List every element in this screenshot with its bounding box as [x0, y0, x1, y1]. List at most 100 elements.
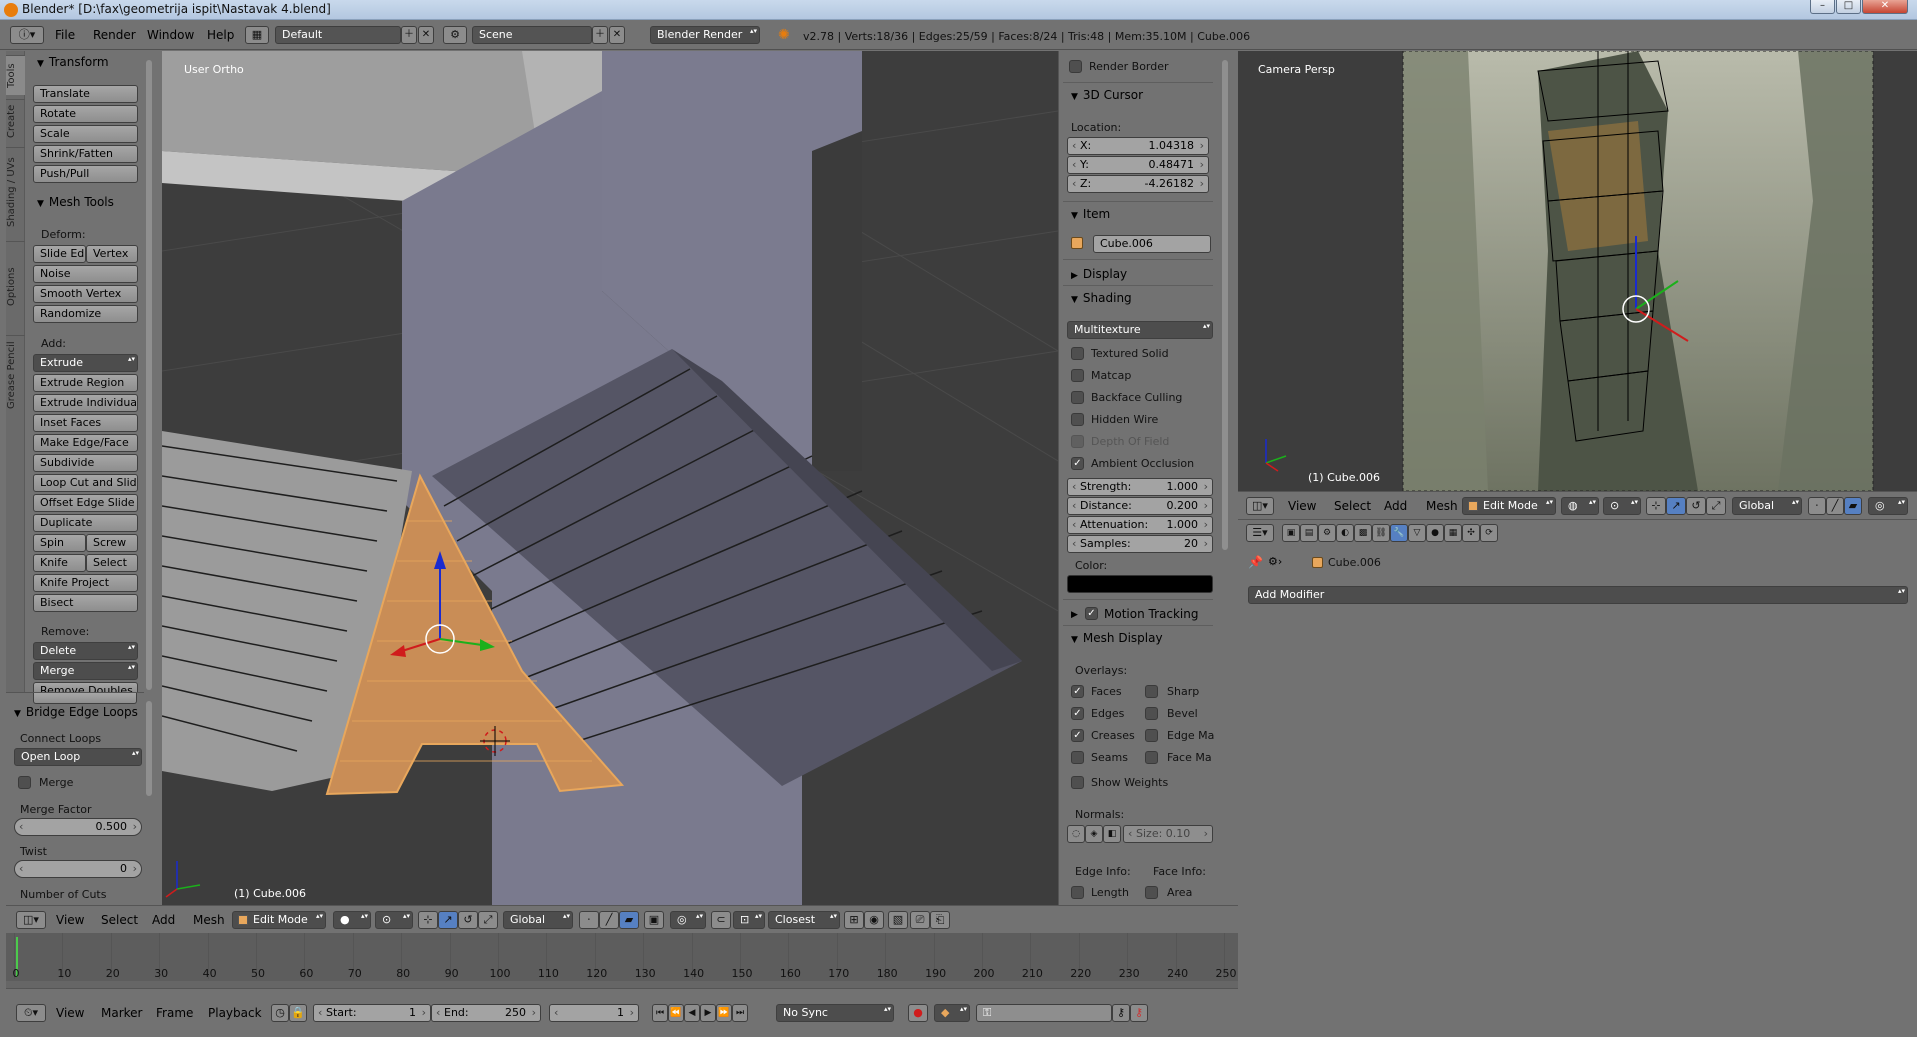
add-scene-icon[interactable]: ＋ [592, 26, 608, 44]
render-layers-tab-icon[interactable]: ▤ [1300, 524, 1318, 542]
mesh-menu[interactable]: Mesh [193, 913, 225, 927]
timeline-scrollbar[interactable] [6, 981, 1238, 988]
knife-select-button[interactable]: Select [86, 554, 138, 572]
play-reverse-icon[interactable]: ◀ [684, 1004, 700, 1022]
rotate-manipulator-icon[interactable]: ↺ [458, 911, 478, 929]
snap-toggle-icon[interactable]: ⊂ [711, 911, 731, 929]
editor-type-timeline-button[interactable]: ⏲▾ [16, 1004, 46, 1022]
lock-range-icon[interactable]: 🔒 [289, 1004, 307, 1022]
editor-type-3d-button-right[interactable]: ◫▾ [1246, 497, 1274, 515]
minimize-button[interactable]: – [1810, 0, 1835, 14]
faces-checkbox[interactable]: ✓ [1071, 685, 1084, 698]
cursor-y-field[interactable]: Y:0.48471 [1067, 156, 1209, 174]
shrink-fatten-button[interactable]: Shrink/Fatten [33, 145, 138, 163]
smooth-vertex-button[interactable]: Smooth Vertex [33, 285, 138, 303]
length-checkbox[interactable] [1071, 886, 1084, 899]
close-button[interactable]: ✕ [1862, 0, 1908, 14]
remove-screen-icon[interactable]: ✕ [418, 26, 434, 44]
extrude-dropdown[interactable]: Extrude [33, 354, 138, 372]
duplicate-button[interactable]: Duplicate [33, 514, 138, 532]
menu-help[interactable]: Help [207, 28, 234, 42]
start-frame-field[interactable]: Start:1 [313, 1004, 431, 1022]
subdivide-button[interactable]: Subdivide [33, 454, 138, 472]
bridge-edge-loops-header[interactable]: ▼ Bridge Edge Loops [14, 705, 138, 719]
world-tab-icon[interactable]: ◐ [1336, 524, 1354, 542]
redo-panel-scrollbar[interactable] [146, 701, 152, 796]
end-frame-field[interactable]: End:250 [431, 1004, 541, 1022]
scene-field[interactable]: Scene [472, 26, 592, 44]
screen-layout-icon[interactable]: ▦ [245, 26, 269, 44]
connect-loops-dropdown[interactable]: Open Loop [14, 748, 142, 766]
motion-tracking-panel-header[interactable]: ▶ [1071, 606, 1083, 620]
record-keyframe-icon[interactable]: ● [908, 1004, 928, 1022]
camera-proportional-dropdown[interactable]: ◎ [1868, 497, 1908, 515]
camera-mesh-menu[interactable]: Mesh [1426, 499, 1458, 513]
timeline-playback-menu[interactable]: Playback [208, 1006, 262, 1020]
depth-of-field-checkbox[interactable] [1071, 435, 1084, 448]
remove-scene-icon[interactable]: ✕ [609, 26, 625, 44]
scene-tab-icon[interactable]: ⚙ [1318, 524, 1336, 542]
camera-pivot-dropdown[interactable]: ⊙ [1603, 497, 1641, 515]
vertex-normals-icon[interactable]: ◌ [1067, 825, 1085, 843]
add-modifier-dropdown[interactable]: Add Modifier [1248, 586, 1908, 604]
jump-keyframe-forward-icon[interactable]: ⏩ [716, 1004, 732, 1022]
camera-translate-icon[interactable]: ↗ [1666, 497, 1686, 515]
rotate-button[interactable]: Rotate [33, 105, 138, 123]
snap-target-dropdown[interactable]: Closest [768, 911, 840, 929]
active-keying-set-field[interactable]: ⚿ [976, 1004, 1112, 1022]
camera-vertex-select-icon[interactable]: ⋅ [1808, 497, 1826, 515]
editor-type-3d-button[interactable]: ◫▾ [16, 911, 46, 929]
backface-culling-checkbox[interactable] [1071, 391, 1084, 404]
ao-attenuation-field[interactable]: Attenuation:1.000 [1067, 516, 1213, 534]
add-menu[interactable]: Add [152, 913, 175, 927]
preview-range-icon[interactable]: ◷ [271, 1004, 289, 1022]
add-screen-icon[interactable]: ＋ [401, 26, 417, 44]
face-select-icon[interactable]: ▰ [619, 911, 639, 929]
face-marks-checkbox[interactable] [1145, 751, 1158, 764]
cursor-z-field[interactable]: Z:-4.26182 [1067, 175, 1209, 193]
scale-manipulator-icon[interactable]: ⤢ [478, 911, 498, 929]
hidden-wire-checkbox[interactable] [1071, 413, 1084, 426]
noise-button[interactable]: Noise [33, 265, 138, 283]
pivot-point-dropdown[interactable]: ⊙ [375, 911, 413, 929]
tab-options[interactable]: Options [6, 241, 25, 331]
split-normals-icon[interactable]: ◈ [1085, 825, 1103, 843]
manipulator-toggle-icon[interactable]: ⊹ [418, 911, 438, 929]
ambient-occlusion-checkbox[interactable]: ✓ [1071, 457, 1084, 470]
jump-keyframe-back-icon[interactable]: ⏪ [668, 1004, 684, 1022]
menu-file[interactable]: File [55, 28, 75, 42]
tab-shading-uvs[interactable]: Shading / UVs [6, 147, 25, 237]
menu-render[interactable]: Render [93, 28, 136, 42]
motion-tracking-checkbox[interactable]: ✓ [1085, 607, 1098, 620]
transform-panel-header[interactable]: ▼ Transform [37, 55, 109, 69]
mesh-display-panel-header[interactable]: ▼ Mesh Display [1071, 631, 1163, 645]
bisect-button[interactable]: Bisect [33, 594, 138, 612]
snap-options-icon[interactable]: ⊞ [844, 911, 864, 929]
modifiers-tab-icon[interactable]: 🔧 [1390, 524, 1408, 542]
render-camera-icon[interactable]: ⎚ [910, 911, 930, 929]
knife-button[interactable]: Knife [33, 554, 86, 572]
tab-grease-pencil[interactable]: Grease Pencil [6, 335, 25, 415]
camera-view-menu[interactable]: View [1288, 499, 1316, 513]
delete-keyframe-icon[interactable]: ⚷ [1130, 1004, 1148, 1022]
camera-add-menu[interactable]: Add [1384, 499, 1407, 513]
ao-strength-field[interactable]: Strength:1.000 [1067, 478, 1213, 496]
snap-element-dropdown[interactable]: ⊡ [733, 911, 765, 929]
render-engine-dropdown[interactable]: Blender Render [650, 26, 760, 44]
twist-field[interactable]: 0 [14, 860, 142, 878]
editor-type-properties-button[interactable]: ☰▾ [1246, 524, 1274, 542]
edges-checkbox[interactable]: ✓ [1071, 707, 1084, 720]
loop-cut-slide-button[interactable]: Loop Cut and Slide [33, 474, 138, 492]
camera-rotate-icon[interactable]: ↺ [1686, 497, 1706, 515]
camera-shading-dropdown[interactable]: ◍ [1561, 497, 1599, 515]
item-panel-header[interactable]: ▼ Item [1071, 207, 1110, 221]
delete-dropdown[interactable]: Delete [33, 642, 138, 660]
physics-tab-icon[interactable]: ⟳ [1480, 524, 1498, 542]
translate-manipulator-icon[interactable]: ↗ [438, 911, 458, 929]
cursor-x-field[interactable]: X:1.04318 [1067, 137, 1209, 155]
vertex-select-icon[interactable]: ⋅ [579, 911, 599, 929]
view-menu[interactable]: View [56, 913, 84, 927]
material-tab-icon[interactable]: ● [1426, 524, 1444, 542]
mesh-tools-panel-header[interactable]: ▼ Mesh Tools [37, 195, 114, 209]
seams-checkbox[interactable] [1071, 751, 1084, 764]
